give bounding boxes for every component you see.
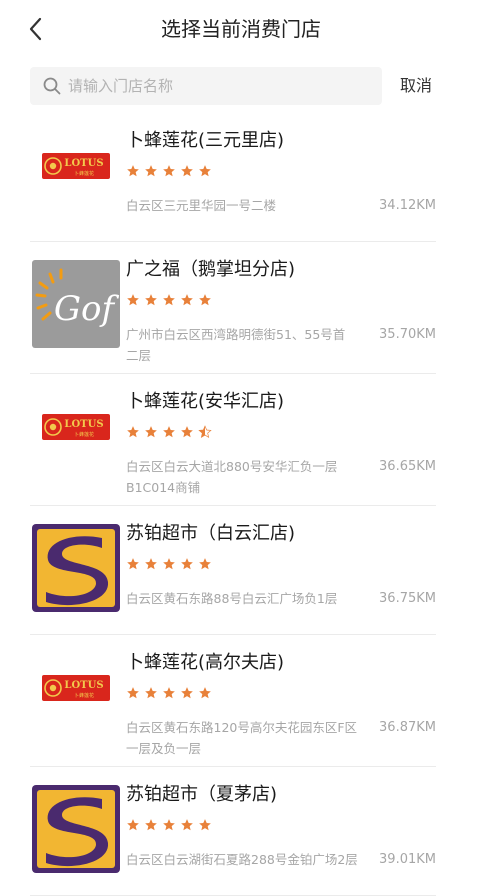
top-bar: 选择当前消费门店 — [0, 0, 482, 60]
half-star-icon — [198, 425, 212, 438]
store-list-item[interactable]: Gof 广之福（鹅掌坦分店) 广州市白云区西湾路明德街51、55号首 二层 35.70… — [30, 242, 436, 374]
star-icon — [199, 558, 211, 570]
star-icon — [127, 294, 139, 306]
store-name: 卜蜂莲花(高尔夫店) — [126, 652, 285, 673]
svg-text:Gof: Gof — [54, 289, 120, 329]
star-icon — [199, 687, 211, 699]
star-icon — [127, 426, 139, 438]
store-list: LOTUS 卜蜂莲花 卜蜂莲花(三元里店) 白云区三元里华园一号二楼 34.12KM… — [0, 113, 482, 896]
store-address: 白云区三元里华园一号二楼 — [126, 195, 376, 216]
star-icon — [181, 426, 193, 438]
store-address-line: 广州市白云区西湾路明德街51、55号首 — [126, 327, 346, 342]
store-address-line: 一层及负一层 — [126, 741, 202, 756]
store-address: 广州市白云区西湾路明德街51、55号首 二层 — [126, 324, 376, 366]
lotus-logo: LOTUS 卜蜂莲花 — [42, 675, 110, 701]
star-icon — [127, 687, 139, 699]
star-icon — [145, 294, 157, 306]
lotus-logo: LOTUS 卜蜂莲花 — [42, 414, 110, 440]
store-name: 卜蜂莲花(安华汇店) — [126, 391, 285, 412]
store-distance: 36.87KM — [379, 720, 436, 735]
store-rating — [126, 164, 212, 180]
star-icon — [127, 165, 139, 177]
store-rating — [126, 425, 212, 441]
store-list-item[interactable]: LOTUS 卜蜂莲花 卜蜂莲花(高尔夫店) 白云区黄石东路120号高尔夫花园东区F… — [30, 635, 436, 767]
svg-text:LOTUS: LOTUS — [64, 158, 103, 169]
store-address-line: 白云区黄石东路120号高尔夫花园东区F区 — [126, 720, 358, 735]
svg-text:LOTUS: LOTUS — [64, 419, 103, 430]
star-icon — [145, 687, 157, 699]
star-icon — [145, 426, 157, 438]
supermarket-logo — [32, 524, 120, 612]
star-icon — [199, 819, 211, 831]
store-rating — [126, 686, 212, 702]
star-icon — [145, 558, 157, 570]
star-icon — [163, 687, 175, 699]
store-address-line: 二层 — [126, 348, 152, 363]
star-icon — [181, 294, 193, 306]
star-icon — [181, 687, 193, 699]
store-address: 白云区黄石东路120号高尔夫花园东区F区 一层及负一层 — [126, 717, 376, 759]
store-name: 卜蜂莲花(三元里店) — [126, 130, 285, 151]
store-distance: 35.70KM — [379, 327, 436, 342]
store-distance: 39.01KM — [379, 852, 436, 867]
page-title: 选择当前消费门店 — [161, 17, 321, 41]
store-distance: 36.75KM — [379, 591, 436, 606]
star-icon — [199, 294, 211, 306]
svg-text:卜蜂莲花: 卜蜂莲花 — [74, 692, 94, 699]
store-list-item[interactable]: 苏铂超市（夏茅店) 白云区白云湖街石夏路288号金铂广场2层 39.01KM — [30, 767, 436, 896]
search-icon — [43, 77, 61, 95]
store-address-line: 白云区黄石东路88号白云汇广场负1层 — [126, 591, 338, 606]
store-name: 苏铂超市（夏茅店) — [126, 784, 278, 805]
star-icon — [163, 426, 175, 438]
store-list-item[interactable]: LOTUS 卜蜂莲花 卜蜂莲花(三元里店) 白云区三元里华园一号二楼 34.12KM — [30, 113, 436, 242]
star-icon — [127, 558, 139, 570]
star-icon — [145, 819, 157, 831]
supermarket-logo — [32, 785, 120, 873]
store-address: 白云区白云大道北880号安华汇负一层 B1C014商铺 — [126, 456, 376, 498]
store-rating — [126, 818, 212, 834]
star-icon — [181, 558, 193, 570]
star-icon — [127, 819, 139, 831]
svg-text:卜蜂莲花: 卜蜂莲花 — [74, 431, 94, 438]
store-distance: 36.65KM — [379, 459, 436, 474]
store-address-line: 白云区白云湖街石夏路288号金铂广场2层 — [126, 852, 358, 867]
store-rating — [126, 557, 212, 573]
store-distance: 34.12KM — [379, 198, 436, 213]
lotus-logo: LOTUS 卜蜂莲花 — [42, 153, 110, 179]
cancel-button[interactable]: 取消 — [400, 75, 432, 97]
star-icon — [163, 165, 175, 177]
star-icon — [145, 165, 157, 177]
store-address-line: 白云区白云大道北880号安华汇负一层 — [126, 459, 338, 474]
star-icon — [181, 165, 193, 177]
svg-text:卜蜂莲花: 卜蜂莲花 — [74, 170, 94, 177]
star-icon — [181, 819, 193, 831]
store-address: 白云区黄石东路88号白云汇广场负1层 — [126, 588, 376, 609]
store-rating — [126, 293, 212, 309]
star-icon — [163, 819, 175, 831]
search-input[interactable] — [68, 67, 368, 105]
store-name: 广之福（鹅掌坦分店) — [126, 259, 296, 280]
star-icon — [163, 294, 175, 306]
store-address: 白云区白云湖街石夏路288号金铂广场2层 — [126, 849, 376, 870]
svg-text:LOTUS: LOTUS — [64, 680, 103, 691]
search-bar[interactable] — [30, 67, 382, 105]
store-name: 苏铂超市（白云汇店) — [126, 523, 296, 544]
store-address-line: B1C014商铺 — [126, 480, 201, 495]
star-icon — [199, 165, 211, 177]
store-list-item[interactable]: LOTUS 卜蜂莲花 卜蜂莲花(安华汇店) 白云区白云大道北880号安华汇负一层 B… — [30, 374, 436, 506]
store-list-item[interactable]: 苏铂超市（白云汇店) 白云区黄石东路88号白云汇广场负1层 36.75KM — [30, 506, 436, 635]
star-icon — [163, 558, 175, 570]
store-address-line: 白云区三元里华园一号二楼 — [126, 198, 277, 213]
gof-logo: Gof — [32, 260, 120, 348]
